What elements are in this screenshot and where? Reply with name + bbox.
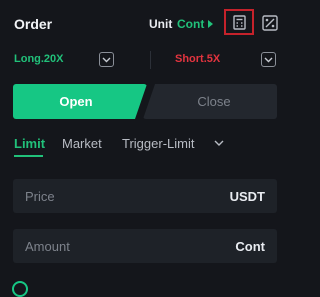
price-placeholder: Price <box>25 188 55 204</box>
tab-limit[interactable]: Limit <box>14 136 45 151</box>
short-leverage-dropdown[interactable] <box>261 52 276 67</box>
unit-label: Unit <box>149 17 173 31</box>
close-button[interactable]: Close <box>143 84 277 119</box>
tab-trigger-limit[interactable]: Trigger-Limit <box>122 136 194 151</box>
radio-button[interactable] <box>12 281 28 297</box>
unit-selector[interactable]: Cont <box>177 17 204 31</box>
panel-title: Order <box>14 16 53 32</box>
leverage-divider <box>150 51 151 69</box>
long-leverage-label[interactable]: Long.20X <box>14 53 64 65</box>
tab-market[interactable]: Market <box>62 136 102 151</box>
active-tab-indicator <box>14 155 43 157</box>
pnl-percent-icon <box>261 14 278 31</box>
amount-input[interactable]: Amount Cont <box>13 229 277 263</box>
chevron-down-icon <box>264 57 273 62</box>
calculator-icon <box>232 14 246 30</box>
pnl-percent-button[interactable] <box>261 14 278 31</box>
caret-right-icon[interactable] <box>208 20 213 28</box>
short-leverage-label[interactable]: Short.5X <box>175 53 220 65</box>
price-input[interactable]: Price USDT <box>13 179 277 213</box>
calculator-button[interactable] <box>224 9 254 35</box>
chevron-down-icon[interactable] <box>214 140 224 147</box>
amount-placeholder: Amount <box>25 238 70 254</box>
chevron-down-icon <box>102 57 111 62</box>
amount-unit[interactable]: Cont <box>235 239 265 254</box>
long-leverage-dropdown[interactable] <box>99 52 114 67</box>
price-unit: USDT <box>229 188 265 204</box>
open-button[interactable]: Open <box>13 84 147 119</box>
